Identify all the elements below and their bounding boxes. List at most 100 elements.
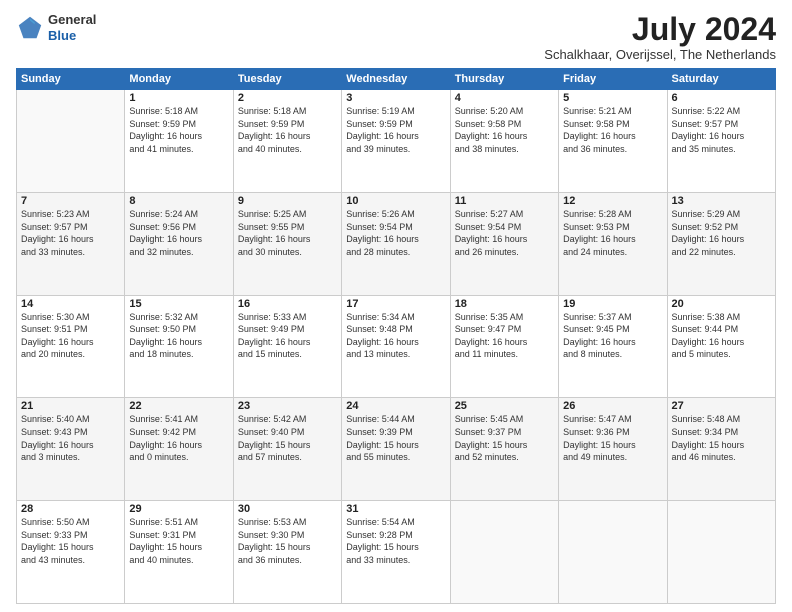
header-tuesday: Tuesday [233,69,341,90]
table-row: 5Sunrise: 5:21 AM Sunset: 9:58 PM Daylig… [559,90,667,193]
table-row: 26Sunrise: 5:47 AM Sunset: 9:36 PM Dayli… [559,398,667,501]
table-row: 28Sunrise: 5:50 AM Sunset: 9:33 PM Dayli… [17,501,125,604]
day-number: 27 [672,400,771,412]
table-row: 20Sunrise: 5:38 AM Sunset: 9:44 PM Dayli… [667,295,775,398]
table-row: 15Sunrise: 5:32 AM Sunset: 9:50 PM Dayli… [125,295,233,398]
table-row: 7Sunrise: 5:23 AM Sunset: 9:57 PM Daylig… [17,192,125,295]
day-info: Sunrise: 5:51 AM Sunset: 9:31 PM Dayligh… [129,516,228,566]
table-row: 6Sunrise: 5:22 AM Sunset: 9:57 PM Daylig… [667,90,775,193]
day-number: 18 [455,298,554,310]
calendar-week-row: 28Sunrise: 5:50 AM Sunset: 9:33 PM Dayli… [17,501,776,604]
day-number: 15 [129,298,228,310]
day-info: Sunrise: 5:30 AM Sunset: 9:51 PM Dayligh… [21,311,120,361]
table-row: 17Sunrise: 5:34 AM Sunset: 9:48 PM Dayli… [342,295,450,398]
table-row: 23Sunrise: 5:42 AM Sunset: 9:40 PM Dayli… [233,398,341,501]
day-info: Sunrise: 5:41 AM Sunset: 9:42 PM Dayligh… [129,413,228,463]
table-row: 16Sunrise: 5:33 AM Sunset: 9:49 PM Dayli… [233,295,341,398]
day-number: 16 [238,298,337,310]
day-info: Sunrise: 5:48 AM Sunset: 9:34 PM Dayligh… [672,413,771,463]
logo-line2: Blue [48,28,96,44]
day-info: Sunrise: 5:19 AM Sunset: 9:59 PM Dayligh… [346,105,445,155]
day-number: 22 [129,400,228,412]
day-number: 10 [346,195,445,207]
day-number: 4 [455,92,554,104]
day-number: 24 [346,400,445,412]
day-number: 20 [672,298,771,310]
day-number: 17 [346,298,445,310]
day-number: 3 [346,92,445,104]
day-number: 12 [563,195,662,207]
logo-icon [16,14,44,42]
header: General Blue July 2024 Schalkhaar, Overi… [16,12,776,62]
header-sunday: Sunday [17,69,125,90]
day-info: Sunrise: 5:54 AM Sunset: 9:28 PM Dayligh… [346,516,445,566]
day-number: 28 [21,503,120,515]
table-row: 24Sunrise: 5:44 AM Sunset: 9:39 PM Dayli… [342,398,450,501]
calendar-week-row: 14Sunrise: 5:30 AM Sunset: 9:51 PM Dayli… [17,295,776,398]
page: General Blue July 2024 Schalkhaar, Overi… [0,0,792,612]
table-row: 2Sunrise: 5:18 AM Sunset: 9:59 PM Daylig… [233,90,341,193]
day-info: Sunrise: 5:50 AM Sunset: 9:33 PM Dayligh… [21,516,120,566]
day-number: 11 [455,195,554,207]
table-row: 27Sunrise: 5:48 AM Sunset: 9:34 PM Dayli… [667,398,775,501]
header-friday: Friday [559,69,667,90]
table-row [667,501,775,604]
table-row: 8Sunrise: 5:24 AM Sunset: 9:56 PM Daylig… [125,192,233,295]
logo: General Blue [16,12,96,43]
day-number: 7 [21,195,120,207]
day-number: 31 [346,503,445,515]
day-number: 29 [129,503,228,515]
day-info: Sunrise: 5:24 AM Sunset: 9:56 PM Dayligh… [129,208,228,258]
day-info: Sunrise: 5:35 AM Sunset: 9:47 PM Dayligh… [455,311,554,361]
calendar-week-row: 1 Sunrise: 5:18 AM Sunset: 9:59 PM Daylig… [17,90,776,193]
header-wednesday: Wednesday [342,69,450,90]
table-row [450,501,558,604]
header-saturday: Saturday [667,69,775,90]
day-info: Sunrise: 5:40 AM Sunset: 9:43 PM Dayligh… [21,413,120,463]
day-info: Sunrise: 5:42 AM Sunset: 9:40 PM Dayligh… [238,413,337,463]
day-number: 8 [129,195,228,207]
day-info: Sunrise: 5:37 AM Sunset: 9:45 PM Dayligh… [563,311,662,361]
table-row: 25Sunrise: 5:45 AM Sunset: 9:37 PM Dayli… [450,398,558,501]
day-number: 5 [563,92,662,104]
day-number: 6 [672,92,771,104]
day-info: Sunrise: 5:25 AM Sunset: 9:55 PM Dayligh… [238,208,337,258]
table-row: 30Sunrise: 5:53 AM Sunset: 9:30 PM Dayli… [233,501,341,604]
table-row: 19Sunrise: 5:37 AM Sunset: 9:45 PM Dayli… [559,295,667,398]
day-number: 14 [21,298,120,310]
day-number: 21 [21,400,120,412]
day-number: 9 [238,195,337,207]
table-row [17,90,125,193]
day-number: 23 [238,400,337,412]
calendar-table: Sunday Monday Tuesday Wednesday Thursday… [16,68,776,604]
day-number: 26 [563,400,662,412]
table-row: 1Sunrise: 5:18 AM Sunset: 9:59 PM Daylig… [125,90,233,193]
table-row: 11Sunrise: 5:27 AM Sunset: 9:54 PM Dayli… [450,192,558,295]
table-row: 13Sunrise: 5:29 AM Sunset: 9:52 PM Dayli… [667,192,775,295]
table-row: 12Sunrise: 5:28 AM Sunset: 9:53 PM Dayli… [559,192,667,295]
day-number: 25 [455,400,554,412]
day-number: 13 [672,195,771,207]
day-info: Sunrise: 5:45 AM Sunset: 9:37 PM Dayligh… [455,413,554,463]
day-info: Sunrise: 5:22 AM Sunset: 9:57 PM Dayligh… [672,105,771,155]
day-info: Sunrise: 5:20 AM Sunset: 9:58 PM Dayligh… [455,105,554,155]
day-info: Sunrise: 5:27 AM Sunset: 9:54 PM Dayligh… [455,208,554,258]
table-row: 4Sunrise: 5:20 AM Sunset: 9:58 PM Daylig… [450,90,558,193]
table-row: 18Sunrise: 5:35 AM Sunset: 9:47 PM Dayli… [450,295,558,398]
table-row: 22Sunrise: 5:41 AM Sunset: 9:42 PM Dayli… [125,398,233,501]
weekday-header-row: Sunday Monday Tuesday Wednesday Thursday… [17,69,776,90]
day-info: Sunrise: 5:18 AM Sunset: 9:59 PM Dayligh… [238,105,337,155]
table-row: 9Sunrise: 5:25 AM Sunset: 9:55 PM Daylig… [233,192,341,295]
day-info: Sunrise: 5:33 AM Sunset: 9:49 PM Dayligh… [238,311,337,361]
calendar-week-row: 7Sunrise: 5:23 AM Sunset: 9:57 PM Daylig… [17,192,776,295]
day-info: Sunrise: 5:44 AM Sunset: 9:39 PM Dayligh… [346,413,445,463]
day-info: Sunrise: 5:53 AM Sunset: 9:30 PM Dayligh… [238,516,337,566]
table-row: 10Sunrise: 5:26 AM Sunset: 9:54 PM Dayli… [342,192,450,295]
day-number: 1 [129,92,228,104]
table-row: 31Sunrise: 5:54 AM Sunset: 9:28 PM Dayli… [342,501,450,604]
table-row [559,501,667,604]
day-number: 19 [563,298,662,310]
table-row: 29Sunrise: 5:51 AM Sunset: 9:31 PM Dayli… [125,501,233,604]
header-monday: Monday [125,69,233,90]
day-info: Sunrise: 5:28 AM Sunset: 9:53 PM Dayligh… [563,208,662,258]
